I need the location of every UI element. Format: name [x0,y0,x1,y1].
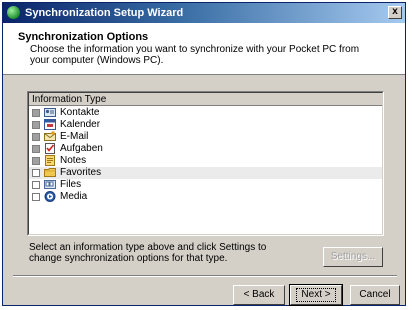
window-title: Synchronization Setup Wizard [25,7,184,19]
close-button[interactable]: x [388,6,402,19]
title-bar[interactable]: Synchronization Setup Wizard x [3,3,405,23]
settings-button[interactable]: Settings... [323,247,383,267]
list-item-label: Media [60,191,88,202]
notes-checkbox[interactable] [32,157,40,165]
contacts-icon [44,108,56,117]
back-button[interactable]: < Back [233,285,285,305]
media-icon [44,191,56,202]
favorites-folder-icon [44,168,56,177]
list-item-kalender[interactable]: Kalender [29,119,382,131]
wizard-header: Synchronization Options Choose the infor… [3,23,405,75]
calendar-icon [44,119,56,130]
next-button-label: Next > [296,288,336,302]
list-item-label: Kalender [60,119,101,130]
information-type-list[interactable]: Information Type Kontakte Kalender E-Mai… [27,91,384,236]
email-checkbox[interactable] [32,133,40,141]
next-button[interactable]: Next > [289,284,343,306]
list-item-aufgaben[interactable]: Aufgaben [29,143,382,155]
kontakte-checkbox[interactable] [32,109,40,117]
list-item-label: Favorites [60,167,102,178]
list-item-label: Aufgaben [60,143,103,154]
settings-hint: Select an information type above and cli… [29,242,267,264]
email-icon [44,131,56,141]
page-title: Synchronization Options [18,31,149,43]
list-item-label: Kontakte [60,107,100,118]
list-item-media[interactable]: Media [29,191,382,203]
aufgaben-checkbox[interactable] [32,145,40,153]
list-frame: Information Type Kontakte Kalender E-Mai… [28,92,383,235]
list-item-notes[interactable]: Notes [29,155,382,167]
list-item-kontakte[interactable]: Kontakte [29,107,382,119]
list-item-email[interactable]: E-Mail [29,131,382,143]
notes-icon [45,155,55,166]
tasks-icon [45,143,55,154]
wizard-window: Synchronization Setup Wizard x Synchroni… [2,2,406,306]
files-checkbox[interactable] [32,181,40,189]
list-item-label: Notes [60,155,87,166]
column-header-information-type[interactable]: Information Type [29,93,382,106]
list-item-favorites[interactable]: Favorites [29,167,382,179]
page-subtitle: Choose the information you want to synch… [30,44,360,66]
kalender-checkbox[interactable] [32,121,40,129]
list-item-label: Files [60,179,82,190]
button-separator [13,275,397,277]
list-item-label: E-Mail [60,131,89,142]
favorites-checkbox[interactable] [32,169,40,177]
cancel-button[interactable]: Cancel [350,285,400,305]
media-checkbox[interactable] [32,193,40,201]
list-item-files[interactable]: Files [29,179,382,191]
files-icon [44,180,56,189]
activesync-icon [7,6,20,19]
